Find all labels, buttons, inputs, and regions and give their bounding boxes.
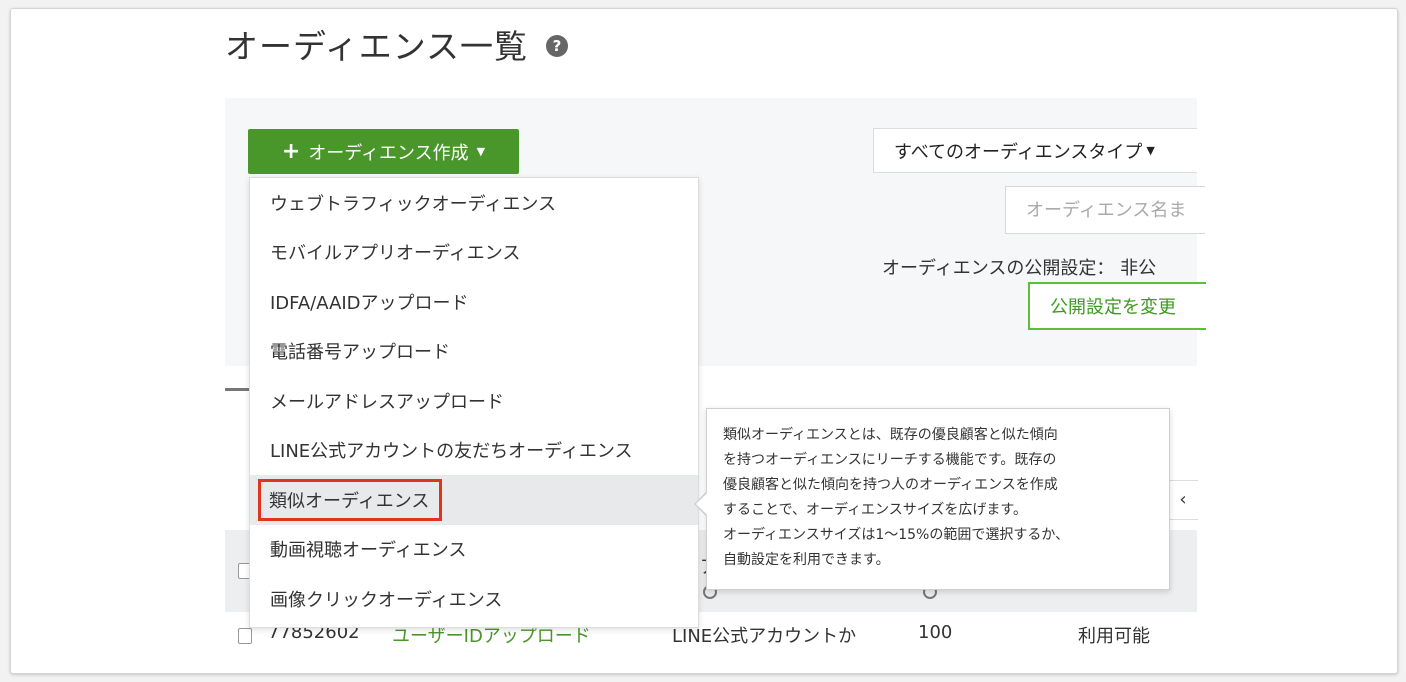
plus-icon: + xyxy=(281,139,301,164)
tooltip-line: することで、オーディエンスサイズを広げます。 xyxy=(723,502,1027,518)
create-audience-menu: ウェブトラフィックオーディエンス モバイルアプリオーディエンス IDFA/AAI… xyxy=(249,177,699,628)
tooltip-arrow xyxy=(696,493,707,515)
audience-name-search-input[interactable] xyxy=(1005,186,1205,234)
question-circle-icon[interactable]: ? xyxy=(546,35,568,57)
page-title: オーディエンス一覧 xyxy=(225,27,529,66)
tooltip-line: 類似オーディエンスとは、既存の優良顧客と似た傾向 xyxy=(723,427,1058,443)
tooltip-line: 優良顧客と似た傾向を持つ人のオーディエンスを作成 xyxy=(723,477,1058,493)
row-audience-size: 100 xyxy=(918,622,953,643)
pager-prev-button[interactable]: ‹ xyxy=(1167,480,1198,520)
caret-down-icon: ▼ xyxy=(1146,144,1155,157)
public-setting-status: オーディエンスの公開設定： 非公 xyxy=(882,258,1157,279)
audience-type-select[interactable]: すべてのオーディエンスタイプ ▼ xyxy=(873,128,1197,173)
menu-item-lookalike[interactable]: 類似オーディエンス xyxy=(250,475,698,525)
menu-item-image-click[interactable]: 画像クリックオーディエンス xyxy=(250,574,698,624)
row-checkbox[interactable] xyxy=(238,628,252,644)
create-audience-button[interactable]: + オーディエンス作成 ▼ xyxy=(248,129,519,174)
menu-item-idfa-aaid-upload[interactable]: IDFA/AAIDアップロード xyxy=(250,277,698,327)
tooltip-line: を持つオーディエンスにリーチする機能です。既存の xyxy=(723,452,1057,468)
lookalike-highlight-box: 類似オーディエンス xyxy=(258,478,443,521)
lookalike-tooltip: 類似オーディエンスとは、既存の優良顧客と似た傾向 を持つオーディエンスにリーチす… xyxy=(706,408,1170,590)
tooltip-line: 自動設定を利用できます。 xyxy=(723,552,890,568)
tooltip-line: オーディエンスサイズは1〜15%の範囲で選択するか、 xyxy=(723,527,1070,543)
row-audience-type: LINE公式アカウントか xyxy=(672,626,857,647)
change-public-setting-button[interactable]: 公開設定を変更 xyxy=(1028,282,1206,330)
menu-item-phone-upload[interactable]: 電話番号アップロード xyxy=(250,327,698,377)
menu-item-line-friends[interactable]: LINE公式アカウントの友だちオーディエンス xyxy=(250,426,698,476)
caret-down-icon: ▼ xyxy=(476,145,486,158)
menu-item-video-view[interactable]: 動画視聴オーディエンス xyxy=(250,525,698,575)
menu-item-web-traffic[interactable]: ウェブトラフィックオーディエンス xyxy=(250,178,698,228)
menu-item-email-upload[interactable]: メールアドレスアップロード xyxy=(250,376,698,426)
menu-item-mobile-app[interactable]: モバイルアプリオーディエンス xyxy=(250,228,698,278)
audience-type-label: すべてのオーディエンスタイプ xyxy=(894,141,1143,163)
menu-item-lookalike-label: 類似オーディエンス xyxy=(269,490,430,512)
row-audience-status: 利用可能 xyxy=(1078,626,1150,647)
create-audience-label: オーディエンス作成 xyxy=(308,142,469,164)
